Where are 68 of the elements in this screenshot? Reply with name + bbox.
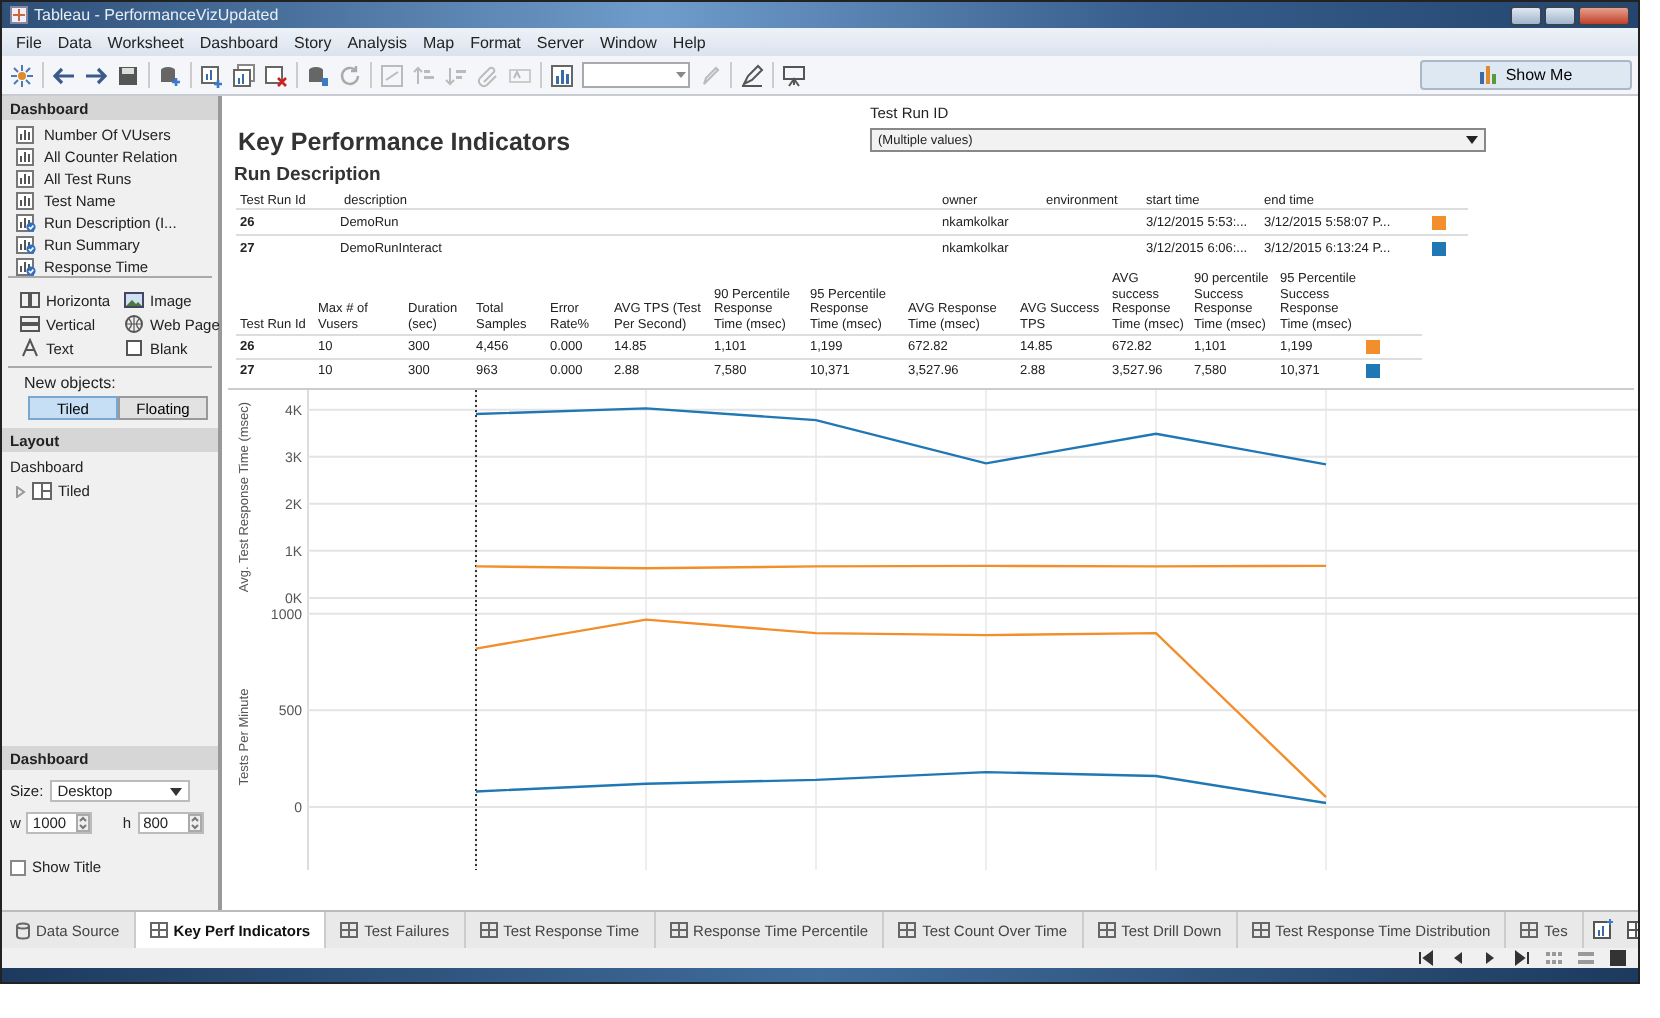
database-icon[interactable] bbox=[306, 63, 330, 87]
dashboard-grid-icon bbox=[1097, 922, 1116, 938]
sheet-icon bbox=[16, 191, 36, 209]
blank-square-icon bbox=[124, 338, 144, 358]
caret-icon[interactable] bbox=[169, 787, 182, 795]
dashboard-grid-icon bbox=[340, 922, 359, 938]
chart-type-icon[interactable] bbox=[550, 63, 574, 87]
menu-item[interactable]: File bbox=[8, 33, 50, 51]
database-icon bbox=[16, 921, 30, 939]
caret-icon[interactable] bbox=[1466, 136, 1478, 144]
last-page-icon[interactable] bbox=[1510, 946, 1534, 970]
sheet-used-icon bbox=[16, 235, 36, 253]
save-icon[interactable] bbox=[116, 63, 140, 87]
menu-item[interactable]: Analysis bbox=[339, 33, 415, 51]
maximize-button[interactable] bbox=[1544, 5, 1576, 25]
dashboard-grid-icon bbox=[1251, 922, 1270, 938]
image-icon bbox=[124, 290, 144, 310]
menu-item[interactable]: Format bbox=[462, 33, 529, 51]
back-icon[interactable] bbox=[52, 63, 76, 87]
section-title: Run Description bbox=[232, 164, 383, 186]
presentation-icon[interactable] bbox=[782, 63, 806, 87]
highlight-pen-icon[interactable] bbox=[740, 63, 764, 87]
menu-item[interactable]: Worksheet bbox=[99, 33, 192, 51]
rows-icon bbox=[20, 314, 40, 334]
sheet-used-icon bbox=[16, 213, 36, 231]
bar-chart-icon bbox=[1479, 66, 1500, 84]
menu-item[interactable]: Story bbox=[286, 33, 340, 51]
checkbox[interactable] bbox=[10, 859, 26, 875]
new-sheet-icon[interactable] bbox=[200, 63, 224, 87]
duplicate-sheet-icon[interactable] bbox=[232, 63, 256, 87]
window-title: Tableau - PerformanceVizUpdated bbox=[34, 6, 279, 24]
menu-item[interactable]: Help bbox=[664, 33, 714, 51]
dashboard-grid-icon bbox=[1520, 922, 1539, 938]
new-worksheet-icon[interactable] bbox=[1591, 918, 1616, 942]
dashboard-grid-icon bbox=[898, 922, 917, 938]
letter-icon bbox=[20, 338, 40, 358]
show-me-button[interactable]: Show Me bbox=[1420, 60, 1632, 90]
close-button[interactable] bbox=[1578, 5, 1630, 25]
sheet-icon bbox=[16, 169, 36, 187]
sparkle-icon[interactable] bbox=[10, 63, 34, 87]
minimize-button[interactable] bbox=[1510, 5, 1542, 25]
dashboard-grid-icon bbox=[669, 922, 688, 938]
grid-view-icon[interactable] bbox=[1542, 946, 1566, 970]
dashboard-grid-icon bbox=[479, 922, 498, 938]
dashboard-title: Key Performance Indicators bbox=[238, 128, 571, 156]
forward-icon[interactable] bbox=[84, 63, 108, 87]
menu-item[interactable]: Data bbox=[49, 33, 100, 51]
first-page-icon[interactable] bbox=[1414, 946, 1438, 970]
columns-icon bbox=[20, 290, 40, 310]
sheet-used-icon bbox=[16, 257, 36, 275]
menu-item[interactable]: Window bbox=[591, 33, 665, 51]
menu-item[interactable]: Dashboard bbox=[191, 33, 287, 51]
paperclip-icon[interactable] bbox=[476, 63, 500, 87]
sheet-icon bbox=[16, 147, 36, 165]
database-add-icon[interactable] bbox=[158, 63, 182, 87]
globe-icon bbox=[124, 314, 144, 334]
sheet-icon bbox=[16, 125, 36, 143]
spinner-arrows-icon[interactable] bbox=[76, 814, 91, 832]
spinner-arrows-icon[interactable] bbox=[187, 814, 202, 832]
single-view-icon[interactable] bbox=[1606, 946, 1630, 970]
menu-item[interactable]: Server bbox=[528, 33, 592, 51]
layout-container-icon bbox=[32, 482, 52, 500]
dashboard-grid-icon bbox=[149, 922, 168, 938]
section-label: New objects: bbox=[24, 374, 118, 392]
clear-sheet-icon[interactable] bbox=[264, 63, 288, 87]
app-icon bbox=[10, 6, 28, 24]
menu-item[interactable]: Map bbox=[415, 33, 463, 51]
list-view-icon[interactable] bbox=[1574, 946, 1598, 970]
